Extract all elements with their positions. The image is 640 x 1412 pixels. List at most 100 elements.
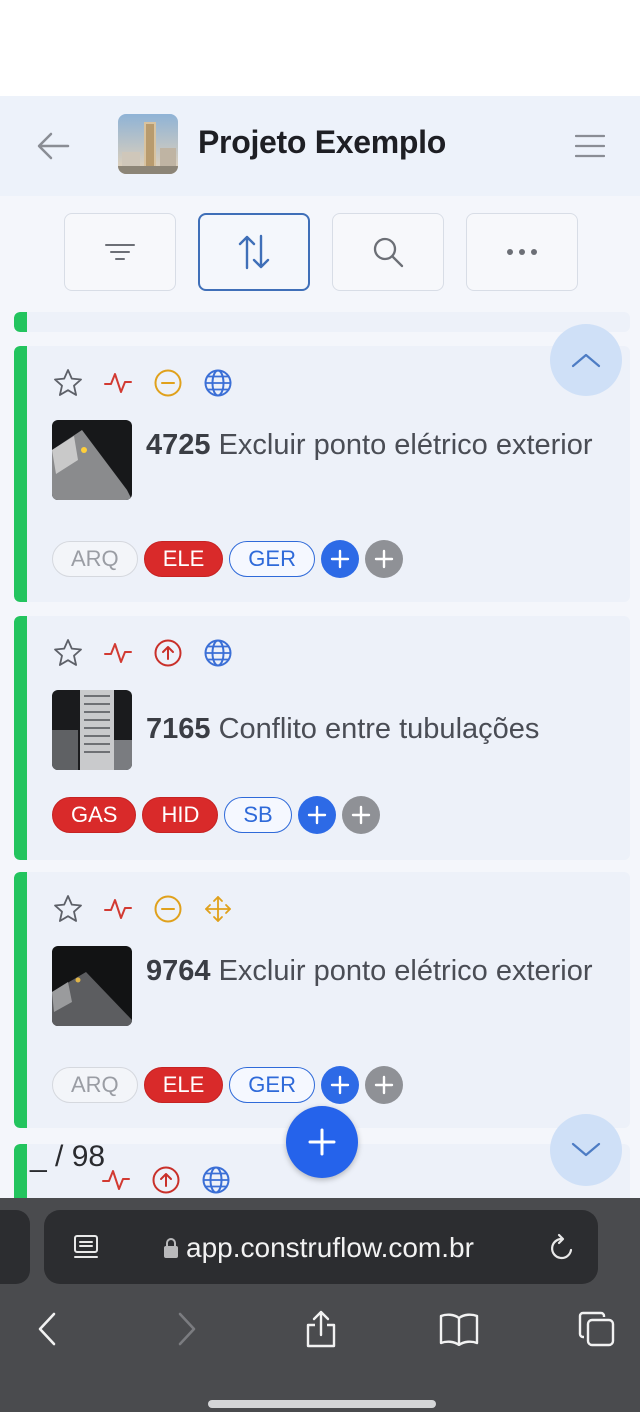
tabs-button[interactable] xyxy=(574,1306,620,1352)
back-button[interactable] xyxy=(30,126,76,166)
browser-nav-row xyxy=(0,1298,640,1358)
filter-button[interactable] xyxy=(64,213,176,291)
status-bar-indicator xyxy=(14,346,27,602)
activity-icon xyxy=(102,893,134,925)
globe-icon xyxy=(202,367,234,399)
tag-discipline[interactable]: GER xyxy=(229,541,315,577)
address-bar[interactable]: app.construflow.com.br xyxy=(44,1210,598,1284)
scroll-down-button[interactable] xyxy=(550,1114,622,1186)
tag-discipline[interactable]: ARQ xyxy=(52,541,138,577)
issue-card-partial-top[interactable] xyxy=(14,312,630,332)
issue-title-text: Excluir ponto elétrico exterior xyxy=(218,429,593,461)
tag-discipline[interactable]: ELE xyxy=(143,541,224,577)
plus-icon xyxy=(374,1075,394,1095)
url-text: app.construflow.com.br xyxy=(186,1232,474,1263)
reload-icon[interactable] xyxy=(548,1233,576,1263)
scroll-up-button[interactable] xyxy=(550,324,622,396)
status-bar-indicator xyxy=(14,312,27,332)
share-icon xyxy=(306,1310,336,1348)
issue-thumbnail[interactable] xyxy=(52,690,132,770)
minus-circle-icon xyxy=(152,367,184,399)
issue-number: 9764 xyxy=(146,955,211,987)
plus-icon xyxy=(330,1075,350,1095)
tag-discipline[interactable]: HID xyxy=(142,797,219,833)
chevron-left-icon xyxy=(38,1312,56,1346)
tag-discipline[interactable]: GAS xyxy=(52,797,137,833)
status-bar-indicator xyxy=(14,1144,27,1198)
chevron-up-icon xyxy=(571,353,601,368)
hamburger-menu-icon xyxy=(575,134,605,158)
page-counter: _ / 98 xyxy=(30,1140,106,1173)
star-icon[interactable] xyxy=(52,893,84,925)
tag-discipline[interactable]: ELE xyxy=(143,1067,224,1103)
issue-card[interactable]: 7165 Conflito entre tubulações GAS HID S… xyxy=(14,616,630,860)
more-dots-icon xyxy=(507,249,537,255)
add-issue-button[interactable] xyxy=(286,1106,358,1178)
tag-discipline[interactable]: GER xyxy=(229,1067,315,1103)
home-indicator xyxy=(208,1400,436,1408)
lock-icon xyxy=(164,1238,178,1258)
filter-lines-icon xyxy=(105,244,135,260)
issue-list: 4725 Excluir ponto elétrico exterior ARQ… xyxy=(0,312,640,1198)
issue-title-text: Excluir ponto elétrico exterior xyxy=(218,955,593,987)
issue-thumbnail[interactable] xyxy=(52,946,132,1026)
issue-title[interactable]: 7165 Conflito entre tubulações xyxy=(146,706,606,752)
activity-icon xyxy=(102,637,134,669)
chevron-down-icon xyxy=(571,1142,601,1157)
book-icon xyxy=(439,1313,479,1346)
search-button[interactable] xyxy=(332,213,444,291)
plus-icon xyxy=(374,549,394,569)
status-bar-indicator xyxy=(14,872,27,1128)
arrow-up-circle-icon xyxy=(150,1164,182,1196)
browser-back-button[interactable] xyxy=(24,1306,70,1352)
issue-number: 7165 xyxy=(146,713,211,745)
browser-forward-button[interactable] xyxy=(164,1306,210,1352)
add-tag-button[interactable] xyxy=(297,796,336,834)
issue-title[interactable]: 4725 Excluir ponto elétrico exterior xyxy=(146,422,606,468)
status-bar-indicator xyxy=(14,616,27,860)
more-button[interactable] xyxy=(466,213,578,291)
menu-button[interactable] xyxy=(570,126,610,166)
arrow-left-icon xyxy=(37,132,70,160)
add-tag-button[interactable] xyxy=(320,1066,359,1104)
move-arrows-icon xyxy=(202,893,234,925)
issue-number: 4725 xyxy=(146,429,211,461)
tabs-icon xyxy=(578,1311,615,1347)
issue-card[interactable]: 4725 Excluir ponto elétrico exterior ARQ… xyxy=(14,346,630,602)
plus-icon xyxy=(307,805,326,825)
app-header: Projeto Exemplo xyxy=(0,96,640,196)
tag-discipline[interactable]: ARQ xyxy=(52,1067,138,1103)
bookmarks-button[interactable] xyxy=(436,1306,482,1352)
search-icon xyxy=(373,237,404,268)
arrow-up-circle-icon xyxy=(152,637,184,669)
share-button[interactable] xyxy=(298,1306,344,1352)
previous-tab-stub[interactable] xyxy=(0,1210,30,1284)
add-item-button[interactable] xyxy=(341,796,380,834)
tag-discipline[interactable]: SB xyxy=(224,797,292,833)
activity-icon xyxy=(102,367,134,399)
issue-thumbnail[interactable] xyxy=(52,420,132,500)
plus-icon xyxy=(308,1128,336,1156)
globe-icon xyxy=(200,1164,232,1196)
list-toolbar xyxy=(0,196,640,312)
issue-card[interactable]: 9764 Excluir ponto elétrico exterior ARQ… xyxy=(14,872,630,1128)
chevron-right-icon xyxy=(178,1312,196,1346)
browser-toolbar: app.construflow.com.br xyxy=(0,1198,640,1412)
add-item-button[interactable] xyxy=(364,1066,403,1104)
sort-button[interactable] xyxy=(198,213,310,291)
page-title: Projeto Exemplo xyxy=(198,124,447,160)
globe-icon xyxy=(202,637,234,669)
add-item-button[interactable] xyxy=(364,540,403,578)
project-thumbnail xyxy=(118,114,178,174)
star-icon[interactable] xyxy=(52,637,84,669)
add-tag-button[interactable] xyxy=(320,540,359,578)
plus-icon xyxy=(330,549,350,569)
plus-icon xyxy=(351,805,370,825)
minus-circle-icon xyxy=(152,893,184,925)
sort-arrows-icon xyxy=(238,234,270,270)
status-bar xyxy=(0,0,640,96)
reader-mode-icon[interactable] xyxy=(72,1234,100,1262)
issue-title[interactable]: 9764 Excluir ponto elétrico exterior xyxy=(146,948,606,994)
star-icon[interactable] xyxy=(52,367,84,399)
issue-title-text: Conflito entre tubulações xyxy=(218,713,540,745)
